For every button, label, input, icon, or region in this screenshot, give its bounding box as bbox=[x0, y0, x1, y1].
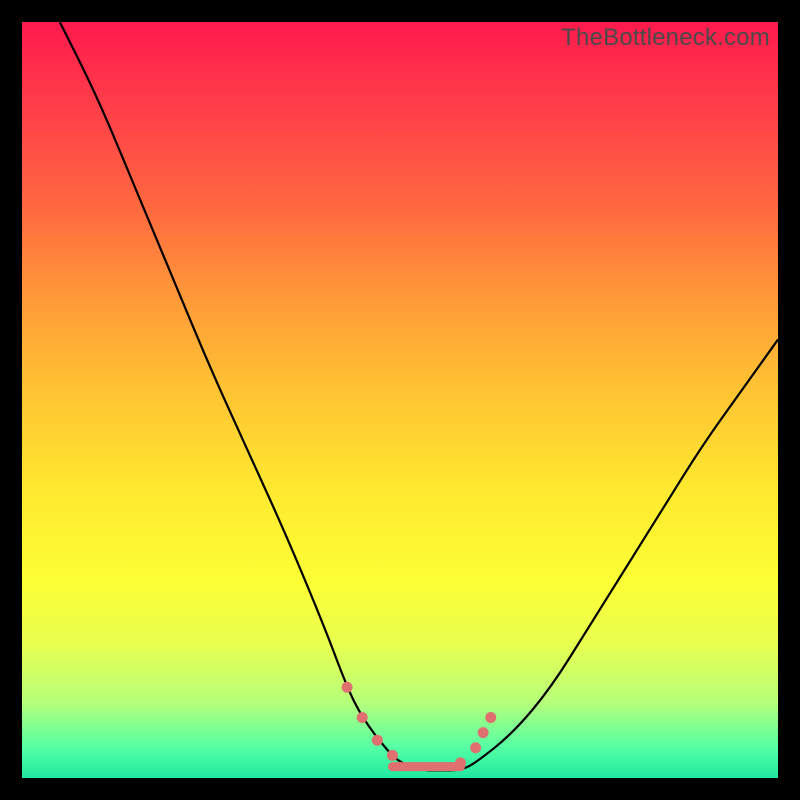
marker-dot bbox=[387, 750, 398, 761]
marker-dot bbox=[357, 712, 368, 723]
marker-dot bbox=[478, 727, 489, 738]
marker-dot bbox=[372, 735, 383, 746]
marker-dot bbox=[342, 682, 353, 693]
chart-plot bbox=[22, 22, 778, 778]
marker-dot bbox=[455, 757, 466, 768]
bottleneck-curve bbox=[60, 22, 778, 770]
chart-frame: TheBottleneck.com bbox=[22, 22, 778, 778]
valley-markers bbox=[342, 682, 497, 769]
marker-dot bbox=[485, 712, 496, 723]
marker-dot bbox=[470, 742, 481, 753]
